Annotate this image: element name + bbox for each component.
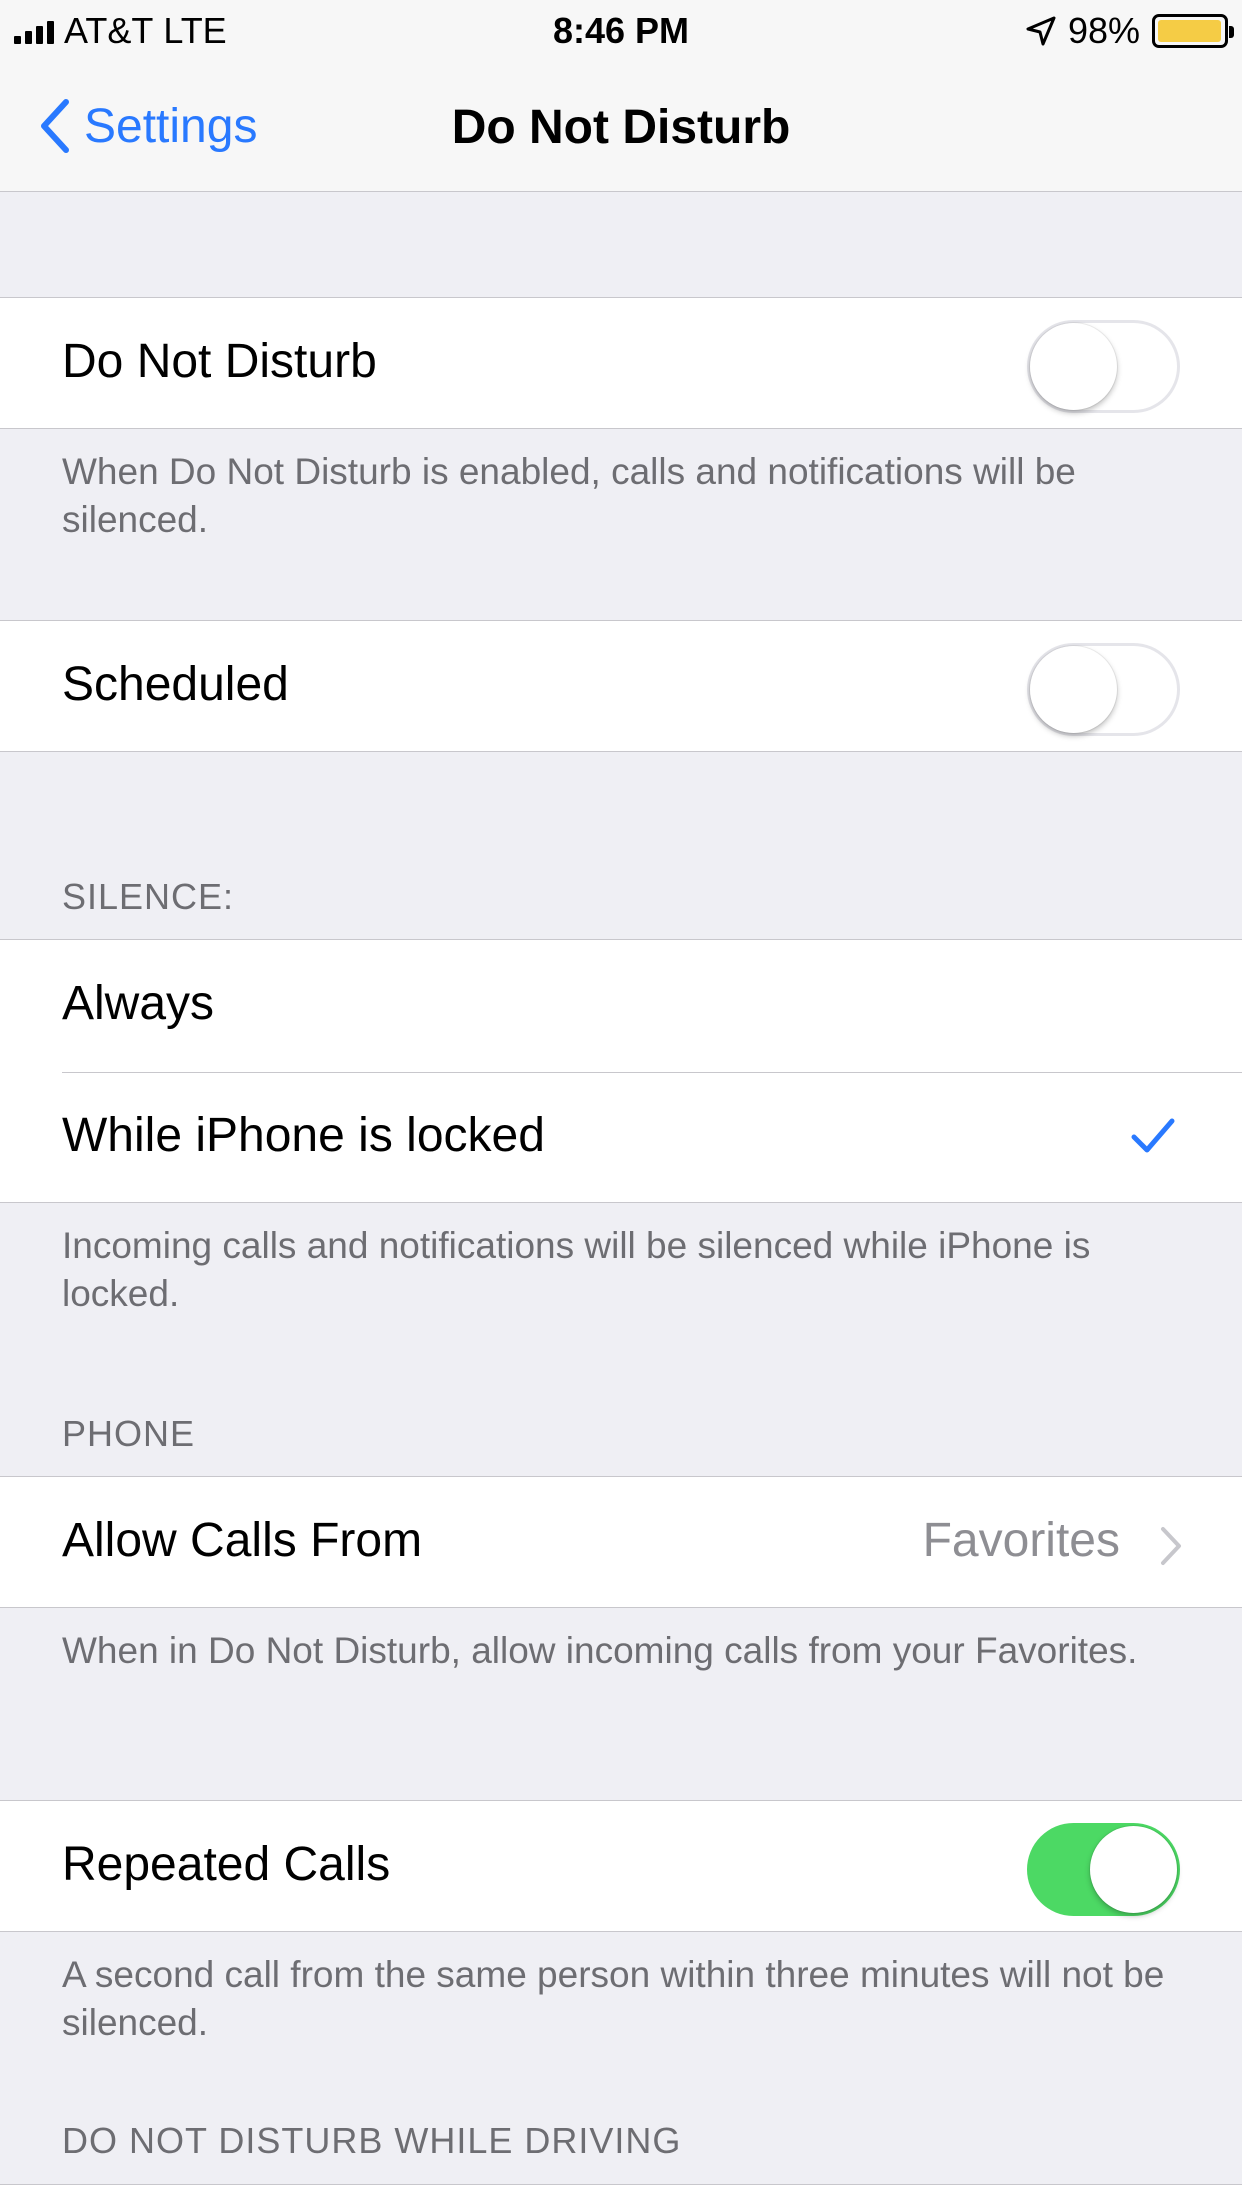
dnd-label: Do Not Disturb [62, 335, 377, 388]
battery-fill [1158, 20, 1221, 42]
scheduled-cell: Scheduled [0, 620, 1242, 752]
switch-knob [1030, 646, 1117, 733]
driving-header: DO NOT DISTURB WHILE DRIVING [62, 2120, 682, 2161]
checkmark-icon [1131, 1118, 1175, 1153]
repeated-calls-switch[interactable] [1027, 1823, 1180, 1916]
navigation-bar: Settings Do Not Disturb [0, 60, 1242, 192]
silence-group: Always While iPhone is locked [0, 939, 1242, 1203]
silence-always-row[interactable]: Always [0, 940, 1242, 1073]
allow-calls-footer: When in Do Not Disturb, allow incoming c… [62, 1630, 1138, 1671]
silence-locked-row[interactable]: While iPhone is locked [0, 1072, 1242, 1204]
status-bar: AT&T LTE 8:46 PM 98% [0, 0, 1242, 60]
battery-icon [1152, 14, 1234, 48]
switch-knob [1090, 1826, 1177, 1913]
allow-calls-label: Allow Calls From [62, 1514, 423, 1567]
switch-knob [1030, 323, 1117, 410]
repeated-calls-label: Repeated Calls [62, 1838, 391, 1891]
dnd-switch[interactable] [1027, 320, 1180, 413]
battery-percent: 98% [1067, 10, 1140, 51]
allow-calls-value: Favorites [922, 1514, 1120, 1567]
silence-header: SILENCE: [62, 876, 235, 917]
status-right: 98% [1026, 10, 1234, 52]
silence-always-label: Always [62, 977, 215, 1030]
phone-header: PHONE [62, 1413, 196, 1454]
driving-cell [0, 2184, 1242, 2208]
scheduled-label: Scheduled [62, 658, 289, 711]
page-title: Do Not Disturb [451, 101, 791, 154]
dnd-cell: Do Not Disturb [0, 297, 1242, 429]
dnd-footer: When Do Not Disturb is enabled, calls an… [62, 451, 1076, 540]
repeated-calls-footer: A second call from the same person withi… [62, 1954, 1165, 2043]
location-arrow-icon [1026, 16, 1056, 46]
silence-locked-label: While iPhone is locked [62, 1109, 545, 1162]
scheduled-switch[interactable] [1027, 643, 1180, 736]
allow-calls-from-row[interactable]: Allow Calls From Favorites [0, 1476, 1242, 1608]
silence-footer: Incoming calls and notifications will be… [62, 1225, 1091, 1314]
repeated-calls-cell: Repeated Calls [0, 1800, 1242, 1932]
chevron-right-icon [1161, 1527, 1181, 1565]
